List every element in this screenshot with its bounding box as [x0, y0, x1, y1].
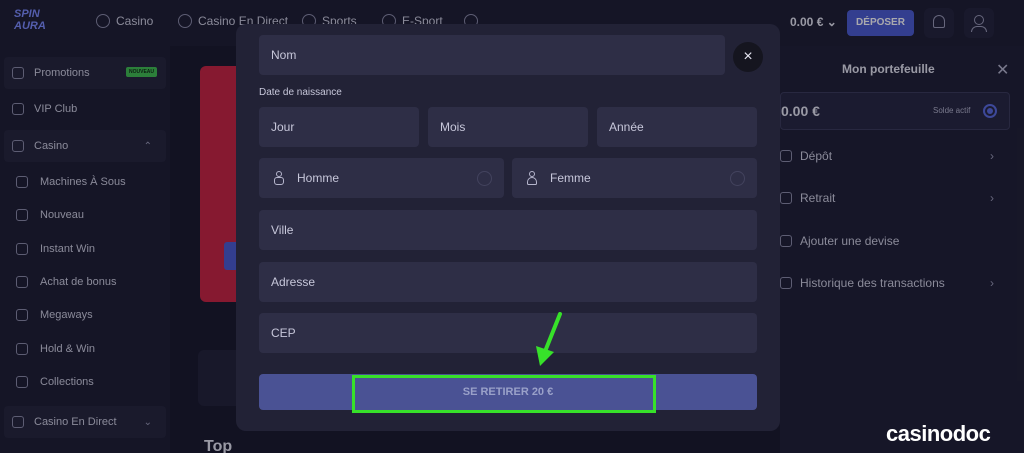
city-input[interactable]: Ville — [259, 210, 757, 250]
birthdate-label: Date de naissance — [259, 87, 342, 98]
postal-code-input[interactable]: CEP — [259, 313, 757, 353]
address-input[interactable]: Adresse — [259, 262, 757, 302]
birth-month-select[interactable]: Mois — [428, 107, 588, 147]
gender-option-male[interactable]: Homme — [259, 158, 504, 198]
birth-year-select[interactable]: Année — [597, 107, 757, 147]
radio-icon[interactable] — [477, 171, 492, 186]
birth-day-select[interactable]: Jour — [259, 107, 419, 147]
female-icon — [526, 171, 538, 185]
watermark-logo: casinodoc — [886, 421, 991, 446]
withdraw-form-modal: Nom × Date de naissance Jour Mois Année … — [236, 24, 780, 431]
male-icon — [273, 171, 285, 185]
gender-option-female[interactable]: Femme — [512, 158, 757, 198]
annotation-arrow-icon — [536, 312, 562, 366]
last-name-input[interactable]: Nom — [259, 35, 725, 75]
highlight-box — [352, 375, 656, 413]
close-modal-button[interactable]: × — [733, 42, 763, 72]
radio-icon[interactable] — [730, 171, 745, 186]
